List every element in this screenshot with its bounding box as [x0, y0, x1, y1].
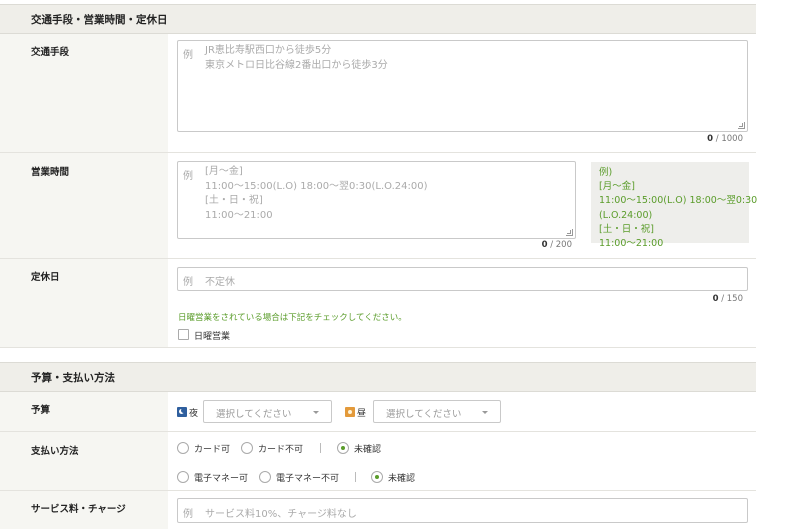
card-unknown-radio[interactable] — [337, 442, 349, 454]
card-unknown-label[interactable]: 未確認 — [354, 442, 381, 455]
card-ng-radio[interactable] — [241, 442, 253, 454]
chevron-down-icon — [313, 411, 319, 414]
service-placeholder: サービス料10%、チャージ料なし — [205, 509, 357, 520]
budget-label: 予算 — [31, 405, 51, 416]
example-prefix: 例 — [183, 171, 193, 182]
hours-textarea[interactable]: 例 [月～金] 11:00～15:00(L.O) 18:00～翌0:30(L.O… — [177, 161, 576, 239]
access-placeholder: JR恵比寿駅西口から徒歩5分 東京メトロ日比谷線2番出口から徒歩3分 — [205, 45, 388, 71]
sun-icon — [345, 407, 355, 417]
payment-row: 支払い方法 カード可 カード不可 未確認 電子マネー可 電子マネー不可 未確認 — [0, 432, 756, 491]
access-textarea[interactable]: 例 JR恵比寿駅西口から徒歩5分 東京メトロ日比谷線2番出口から徒歩3分 — [177, 40, 748, 132]
night-select-value: 選択してください — [216, 409, 292, 420]
access-row: 交通手段 例 JR恵比寿駅西口から徒歩5分 東京メトロ日比谷線2番出口から徒歩3… — [0, 34, 756, 153]
form-page: 交通手段・営業時間・定休日 交通手段 例 JR恵比寿駅西口から徒歩5分 東京メト… — [0, 0, 757, 529]
night-budget-select[interactable]: 選択してください — [203, 400, 332, 423]
hours-counter: 0 / 200 — [541, 240, 572, 250]
holiday-placeholder: 不定休 — [205, 277, 235, 288]
emoney-ng-label[interactable]: 電子マネー不可 — [276, 471, 339, 484]
resize-handle-icon[interactable] — [738, 122, 745, 129]
day-label: 昼 — [357, 409, 367, 419]
section-title: 交通手段・営業時間・定休日 — [31, 13, 168, 26]
holiday-counter: 0 / 150 — [712, 294, 743, 304]
emoney-ok-radio[interactable] — [177, 471, 189, 483]
sunday-checkbox-label[interactable]: 日曜営業 — [194, 329, 230, 342]
hours-label: 営業時間 — [31, 167, 70, 178]
service-row: サービス料・チャージ 例 サービス料10%、チャージ料なし — [0, 491, 756, 529]
emoney-ng-radio[interactable] — [259, 471, 271, 483]
emoney-unknown-radio[interactable] — [371, 471, 383, 483]
divider — [320, 443, 321, 453]
day-budget-select[interactable]: 選択してください — [373, 400, 501, 423]
hours-placeholder: [月～金] 11:00～15:00(L.O) 18:00～翌0:30(L.O.2… — [205, 166, 428, 221]
service-label: サービス料・チャージ — [31, 504, 126, 515]
access-label: 交通手段 — [31, 47, 70, 58]
budget-row: 予算 夜 選択してください 昼 選択してください — [0, 392, 756, 432]
service-input[interactable]: 例 サービス料10%、チャージ料なし — [177, 498, 748, 523]
section-header-access: 交通手段・営業時間・定休日 — [0, 4, 756, 34]
section-title: 予算・支払い方法 — [31, 371, 115, 384]
hours-row: 営業時間 例 [月～金] 11:00～15:00(L.O) 18:00～翌0:3… — [0, 153, 757, 259]
chevron-down-icon — [482, 411, 488, 414]
payment-label: 支払い方法 — [31, 446, 79, 457]
section-header-budget: 予算・支払い方法 — [0, 362, 756, 392]
moon-icon — [177, 407, 187, 417]
divider — [355, 472, 356, 482]
sunday-note: 日曜営業をされている場合は下記をチェックしてください。 — [178, 313, 407, 323]
card-ng-label[interactable]: カード不可 — [258, 442, 303, 455]
day-select-value: 選択してください — [386, 409, 462, 420]
emoney-unknown-label[interactable]: 未確認 — [388, 471, 415, 484]
card-ok-radio[interactable] — [177, 442, 189, 454]
holiday-label: 定休日 — [31, 272, 60, 283]
example-prefix: 例 — [183, 50, 193, 61]
hours-example-box: 例) [月～金] 11:00～15:00(L.O) 18:00～翌0:30 (L… — [591, 162, 757, 249]
night-label: 夜 — [189, 409, 199, 419]
holiday-row: 定休日 例 不定休 0 / 150 日曜営業をされている場合は下記をチェックして… — [0, 259, 756, 348]
holiday-input[interactable]: 例 不定休 — [177, 267, 748, 291]
sunday-checkbox[interactable] — [178, 329, 189, 340]
card-ok-label[interactable]: カード可 — [194, 442, 230, 455]
emoney-ok-label[interactable]: 電子マネー可 — [194, 471, 248, 484]
access-counter: 0 / 1000 — [707, 134, 743, 144]
resize-handle-icon[interactable] — [566, 229, 573, 236]
example-prefix: 例 — [183, 277, 193, 288]
example-prefix: 例 — [183, 509, 193, 520]
